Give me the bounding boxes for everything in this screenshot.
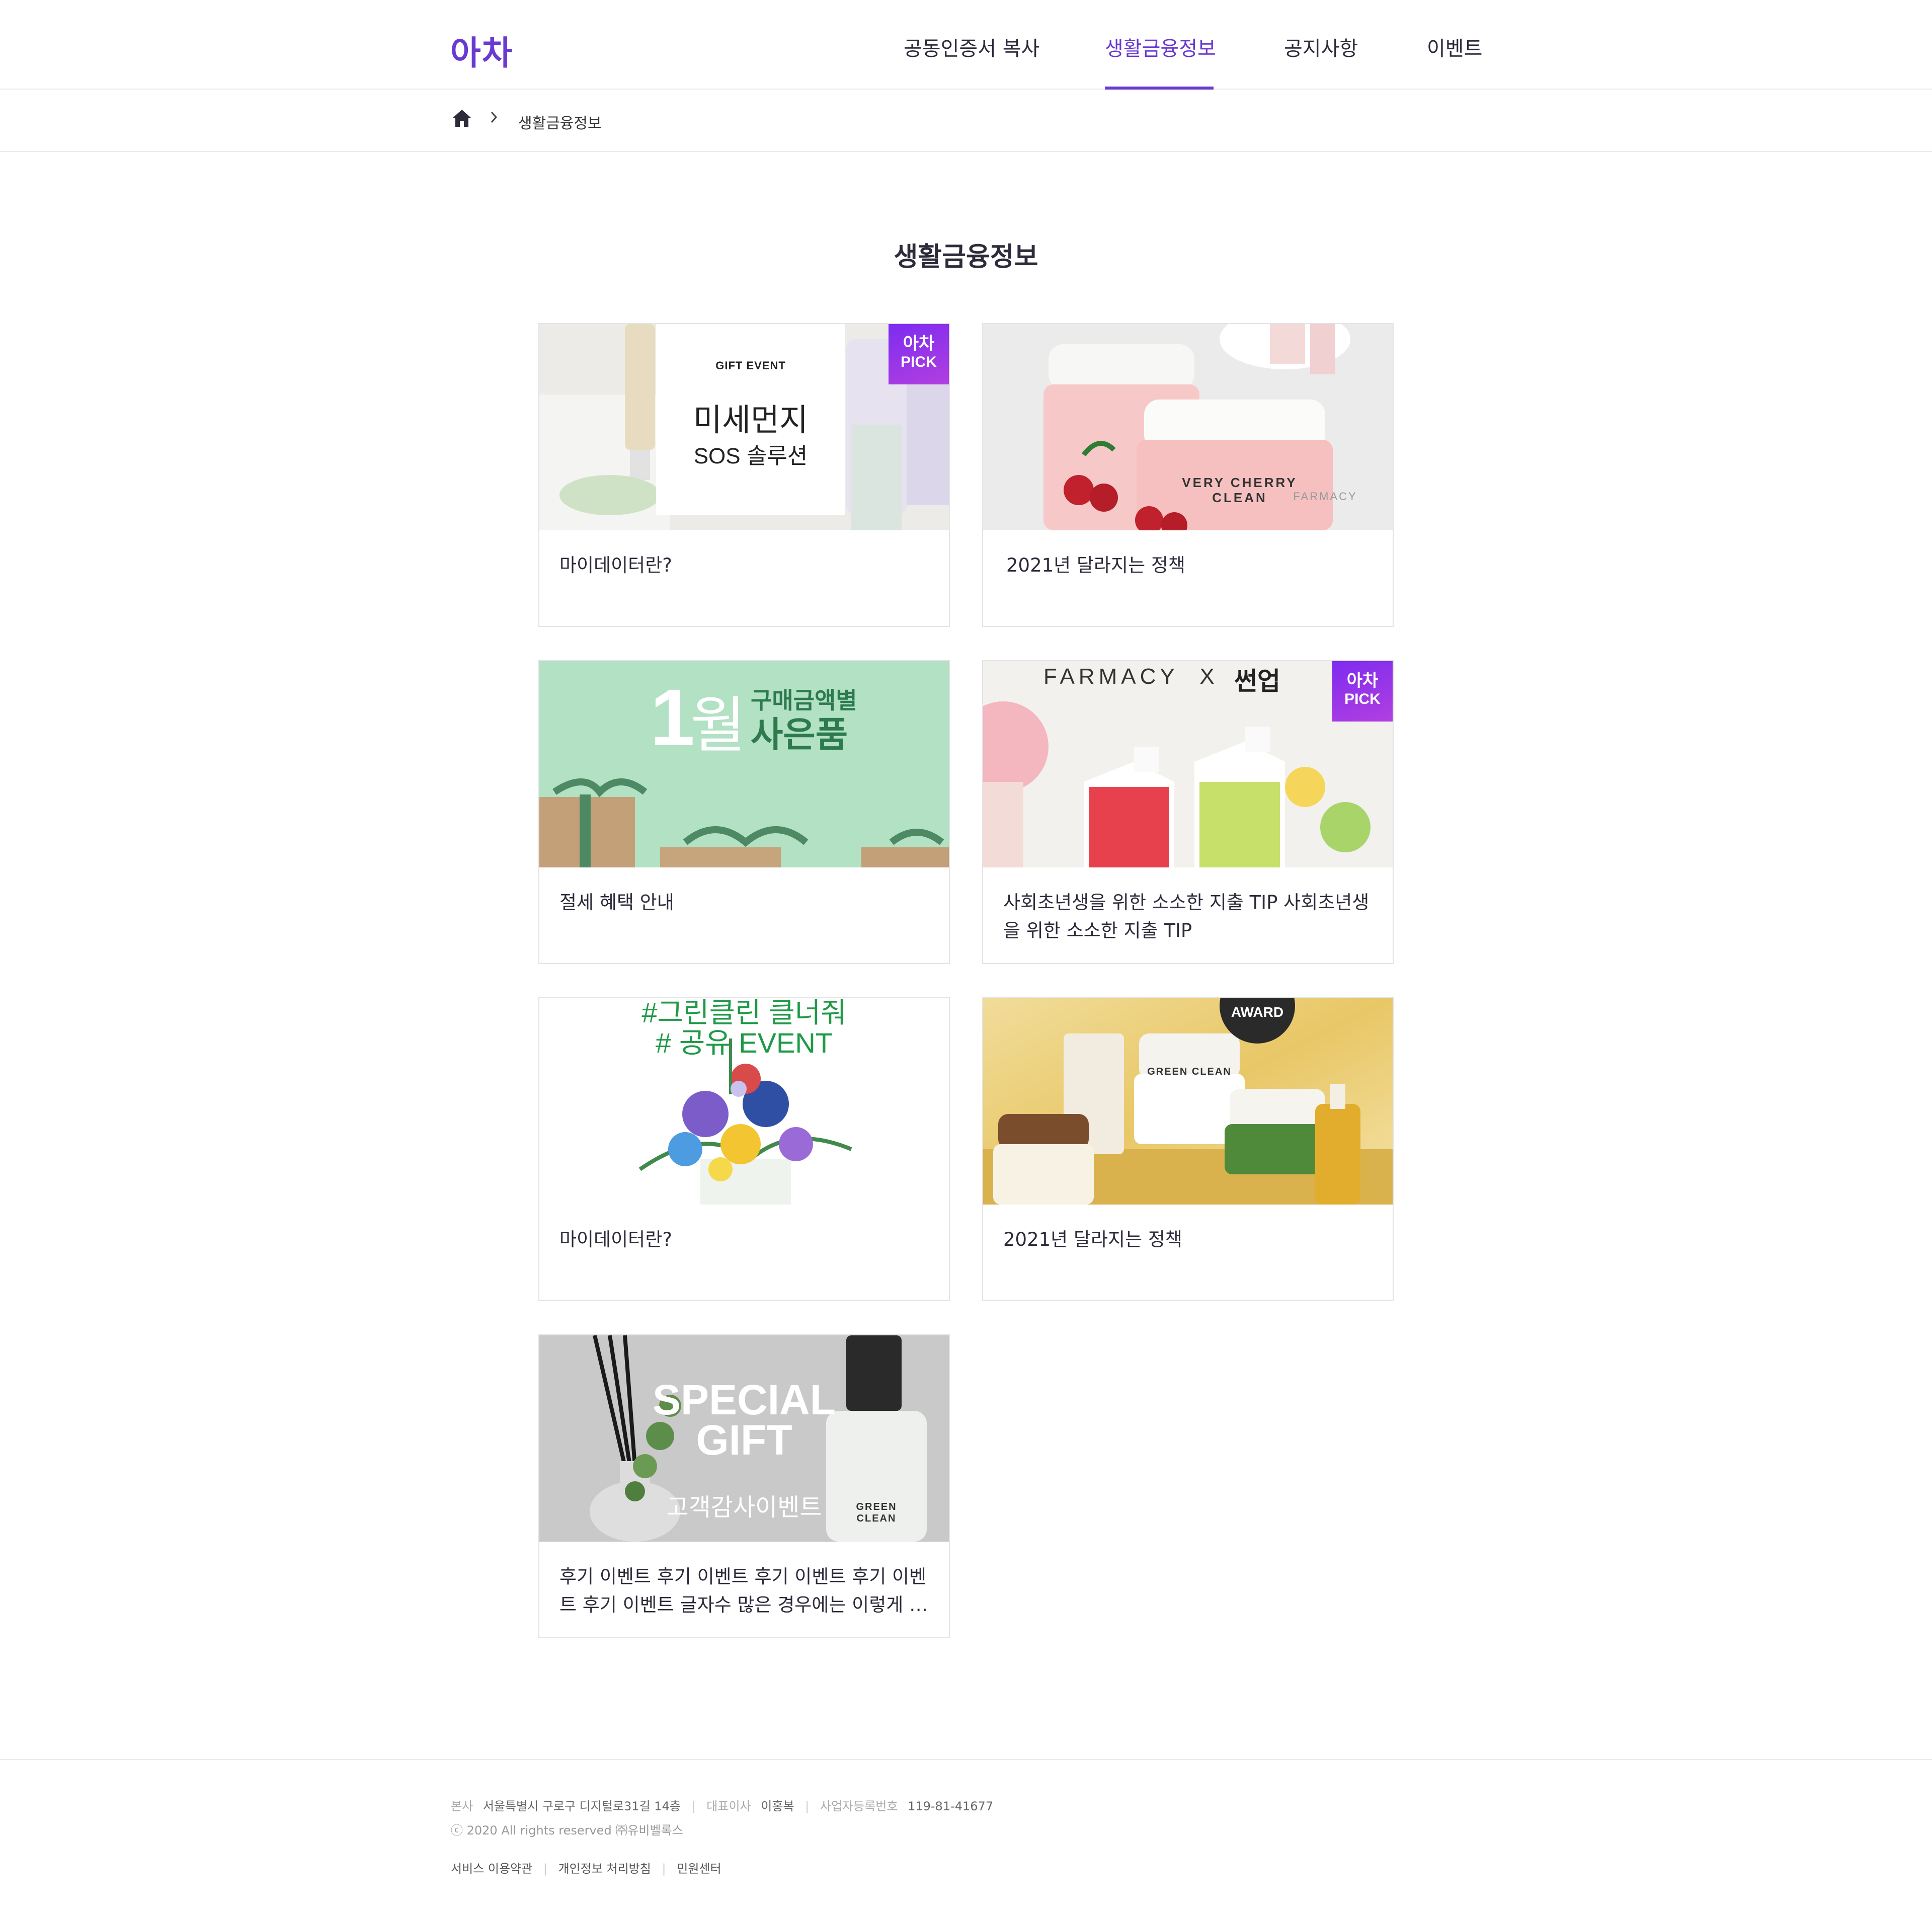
article-card[interactable]: VERY CHERRY CLEAN FARMACY 2021년 달라지는 정책	[982, 323, 1394, 627]
site-footer: 본사 서울특별시 구로구 디지털로31길 14층 | 대표이사 이홍복 | 사업…	[0, 1759, 1932, 1917]
thumb-caption: GIFT	[696, 1416, 792, 1464]
thumb-caption: 1	[650, 672, 695, 762]
divider: |	[691, 1799, 696, 1813]
article-card[interactable]: AWARD GREEN CLEAN 2021년 달라지는 정책	[982, 997, 1394, 1301]
card-title: 2021년 달라지는 정책	[1006, 554, 1185, 576]
nav-item-life-finance-info[interactable]: 생활금융정보	[1105, 32, 1216, 61]
divider: |	[543, 1862, 547, 1876]
card-title: 마이데이터란?	[559, 554, 672, 576]
card-title: 마이데이터란?	[559, 1229, 672, 1250]
thumb-caption: 썬업	[1234, 667, 1280, 695]
footer-links: 서비스 이용약관 | 개인정보 처리방침 | 민원센터	[451, 1859, 721, 1876]
pick-badge: 아차 PICK	[1332, 661, 1393, 722]
nav-item-certificate-copy[interactable]: 공동인증서 복사	[904, 32, 1039, 61]
business-number: 119-81-41677	[908, 1799, 994, 1813]
home-icon[interactable]	[452, 108, 472, 128]
card-title: 후기 이벤트 후기 이벤트 후기 이벤트 후기 이벤트 후기 이벤트 글자수 많…	[559, 1566, 927, 1616]
terms-of-service-link[interactable]: 서비스 이용약관	[451, 1862, 532, 1876]
thumb-caption: FARMACY	[1293, 490, 1357, 503]
thumb-caption: FARMACY	[1043, 664, 1179, 689]
thumb-caption: SOS 솔루션	[693, 444, 808, 468]
card-thumbnail: #그린클린 클너줘 # 공유 EVENT	[539, 998, 949, 1205]
card-thumbnail: AWARD GREEN CLEAN	[983, 998, 1393, 1205]
card-thumbnail: FARMACY X 썬업 아차 PICK	[983, 661, 1393, 867]
nav-item-events[interactable]: 이벤트	[1427, 32, 1482, 61]
breadcrumb: 생활금융정보	[0, 90, 1932, 152]
copyright: ⓒ 2020 All rights reserved ㈜유비벨록스	[451, 1823, 683, 1838]
customer-center-link[interactable]: 민원센터	[677, 1862, 721, 1876]
privacy-policy-link[interactable]: 개인정보 처리방침	[558, 1862, 651, 1876]
thumb-caption: GREEN CLEAN	[1147, 1066, 1232, 1077]
ceo-name: 이홍복	[761, 1799, 794, 1813]
card-thumbnail: VERY CHERRY CLEAN FARMACY	[983, 324, 1393, 530]
nav-item-notices[interactable]: 공지사항	[1284, 32, 1358, 61]
thumb-caption: GIFT EVENT	[715, 359, 786, 372]
thumb-caption: GREEN CLEAN	[856, 1501, 897, 1524]
pick-badge: 아차 PICK	[889, 324, 949, 384]
thumb-caption: AWARD	[1231, 1004, 1284, 1020]
card-title: 2021년 달라지는 정책	[1003, 1229, 1182, 1250]
card-thumbnail: 1 월 구매금액별 사은품	[539, 661, 949, 867]
breadcrumb-current: 생활금융정보	[518, 115, 602, 132]
thumb-caption: # 공유 EVENT	[655, 1027, 833, 1059]
thumb-caption: VERY CHERRY	[1182, 475, 1298, 490]
thumb-caption: 사은품	[751, 715, 848, 754]
card-thumbnail: SPECIAL GIFT 고객감사이벤트 GREEN CLEAN	[539, 1335, 949, 1542]
divider: |	[805, 1799, 810, 1813]
article-card[interactable]: #그린클린 클너줘 # 공유 EVENT 마이데이터란?	[538, 997, 950, 1301]
article-card[interactable]: 1 월 구매금액별 사은품 절세 혜택 안내	[538, 660, 950, 964]
article-card[interactable]: GIFT EVENT 미세먼지 SOS 솔루션 아차 PICK 마이데이터란?	[538, 323, 950, 627]
site-header: 아차 공동인증서 복사 생활금융정보 공지사항 이벤트	[0, 0, 1932, 90]
thumb-caption: X	[1199, 664, 1215, 689]
article-card[interactable]: FARMACY X 썬업 아차 PICK 사회초년생을 위한 소소한 지출 TI…	[982, 660, 1394, 964]
card-title: 절세 혜택 안내	[559, 892, 674, 913]
thumb-caption: 미세먼지	[693, 403, 809, 438]
card-title: 사회초년생을 위한 소소한 지출 TIP 사회초년생을 위한 소소한 지출 TI…	[1003, 892, 1370, 941]
company-info: 본사 서울특별시 구로구 디지털로31길 14층 | 대표이사 이홍복 | 사업…	[451, 1799, 994, 1813]
logo[interactable]: 아차	[450, 26, 513, 74]
divider: |	[662, 1862, 666, 1876]
chevron-right-icon	[491, 111, 498, 123]
card-thumbnail: GIFT EVENT 미세먼지 SOS 솔루션 아차 PICK	[539, 324, 949, 530]
article-card[interactable]: SPECIAL GIFT 고객감사이벤트 GREEN CLEAN 후기 이벤트 …	[538, 1334, 950, 1638]
thumb-caption: 월	[690, 692, 746, 759]
page-title: 생활금융정보	[894, 242, 1038, 272]
company-address: 서울특별시 구로구 디지털로31길 14층	[482, 1799, 681, 1813]
